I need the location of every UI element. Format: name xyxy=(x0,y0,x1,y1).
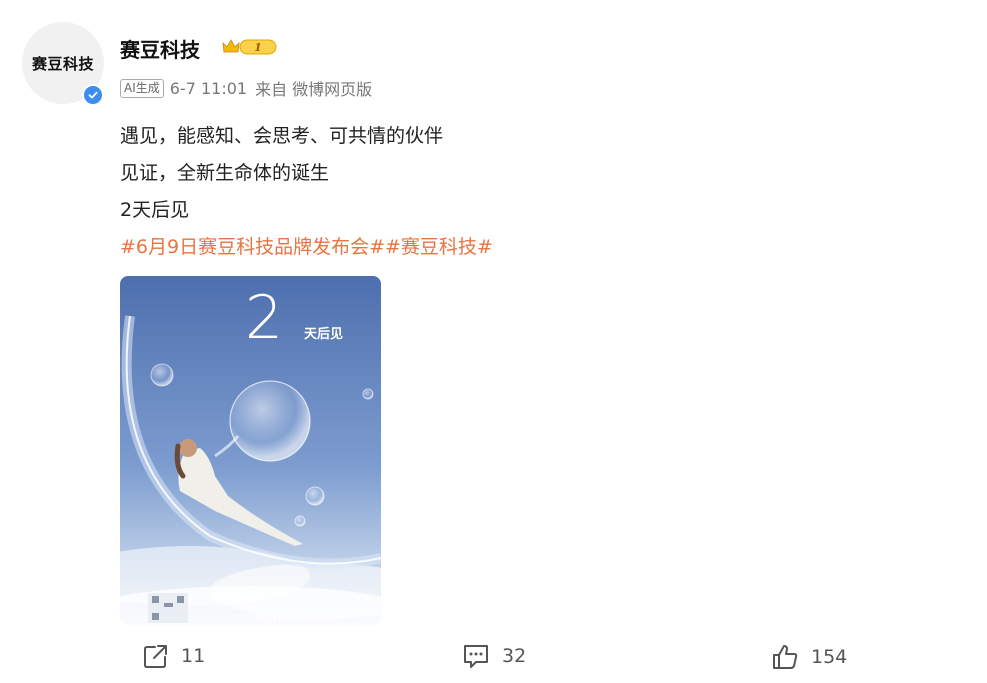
comment-count: 32 xyxy=(502,645,527,667)
verified-icon xyxy=(82,84,104,106)
post-source: 来自 微博网页版 xyxy=(255,80,373,99)
topic-link[interactable]: #6月9日赛豆科技品牌发布会##赛豆科技# xyxy=(120,229,493,266)
content-line: 遇见，能感知、会思考、可共情的伙伴 xyxy=(120,125,444,147)
countdown-caption: 天后见 xyxy=(304,326,343,342)
content-line: 见证，全新生命体的诞生 xyxy=(120,162,330,184)
comment-icon xyxy=(464,645,488,668)
author-name[interactable]: 赛豆科技 xyxy=(120,34,200,63)
post-meta: AI生成 6-7 11:01 来自 微博网页版 xyxy=(120,76,372,100)
countdown-number: 2 xyxy=(245,283,283,353)
share-icon xyxy=(144,645,167,668)
post-image[interactable]: 2 天后见 赛豆科技品牌发布会 xyxy=(120,276,381,625)
post-timestamp[interactable]: 6-7 11:01 xyxy=(170,79,247,98)
vip-badge-icon[interactable]: 1 xyxy=(222,37,280,61)
vip-level-text: 1 xyxy=(254,41,262,54)
post-content: 遇见，能感知、会思考、可共情的伙伴 见证，全新生命体的诞生 2天后见 #6月9日… xyxy=(120,118,493,266)
avatar-text: 赛豆科技 xyxy=(31,54,94,73)
like-count: 154 xyxy=(811,646,848,668)
like-icon xyxy=(773,645,798,669)
share-count: 11 xyxy=(181,645,206,667)
image-footer-text: 赛豆科技品牌发布会 xyxy=(254,612,335,624)
share-button[interactable]: 11 xyxy=(143,643,205,669)
content-line: 2天后见 xyxy=(120,199,190,221)
like-button[interactable]: 154 xyxy=(771,643,847,671)
comment-button[interactable]: 32 xyxy=(462,643,526,669)
ai-generated-tag: AI生成 xyxy=(120,78,164,98)
